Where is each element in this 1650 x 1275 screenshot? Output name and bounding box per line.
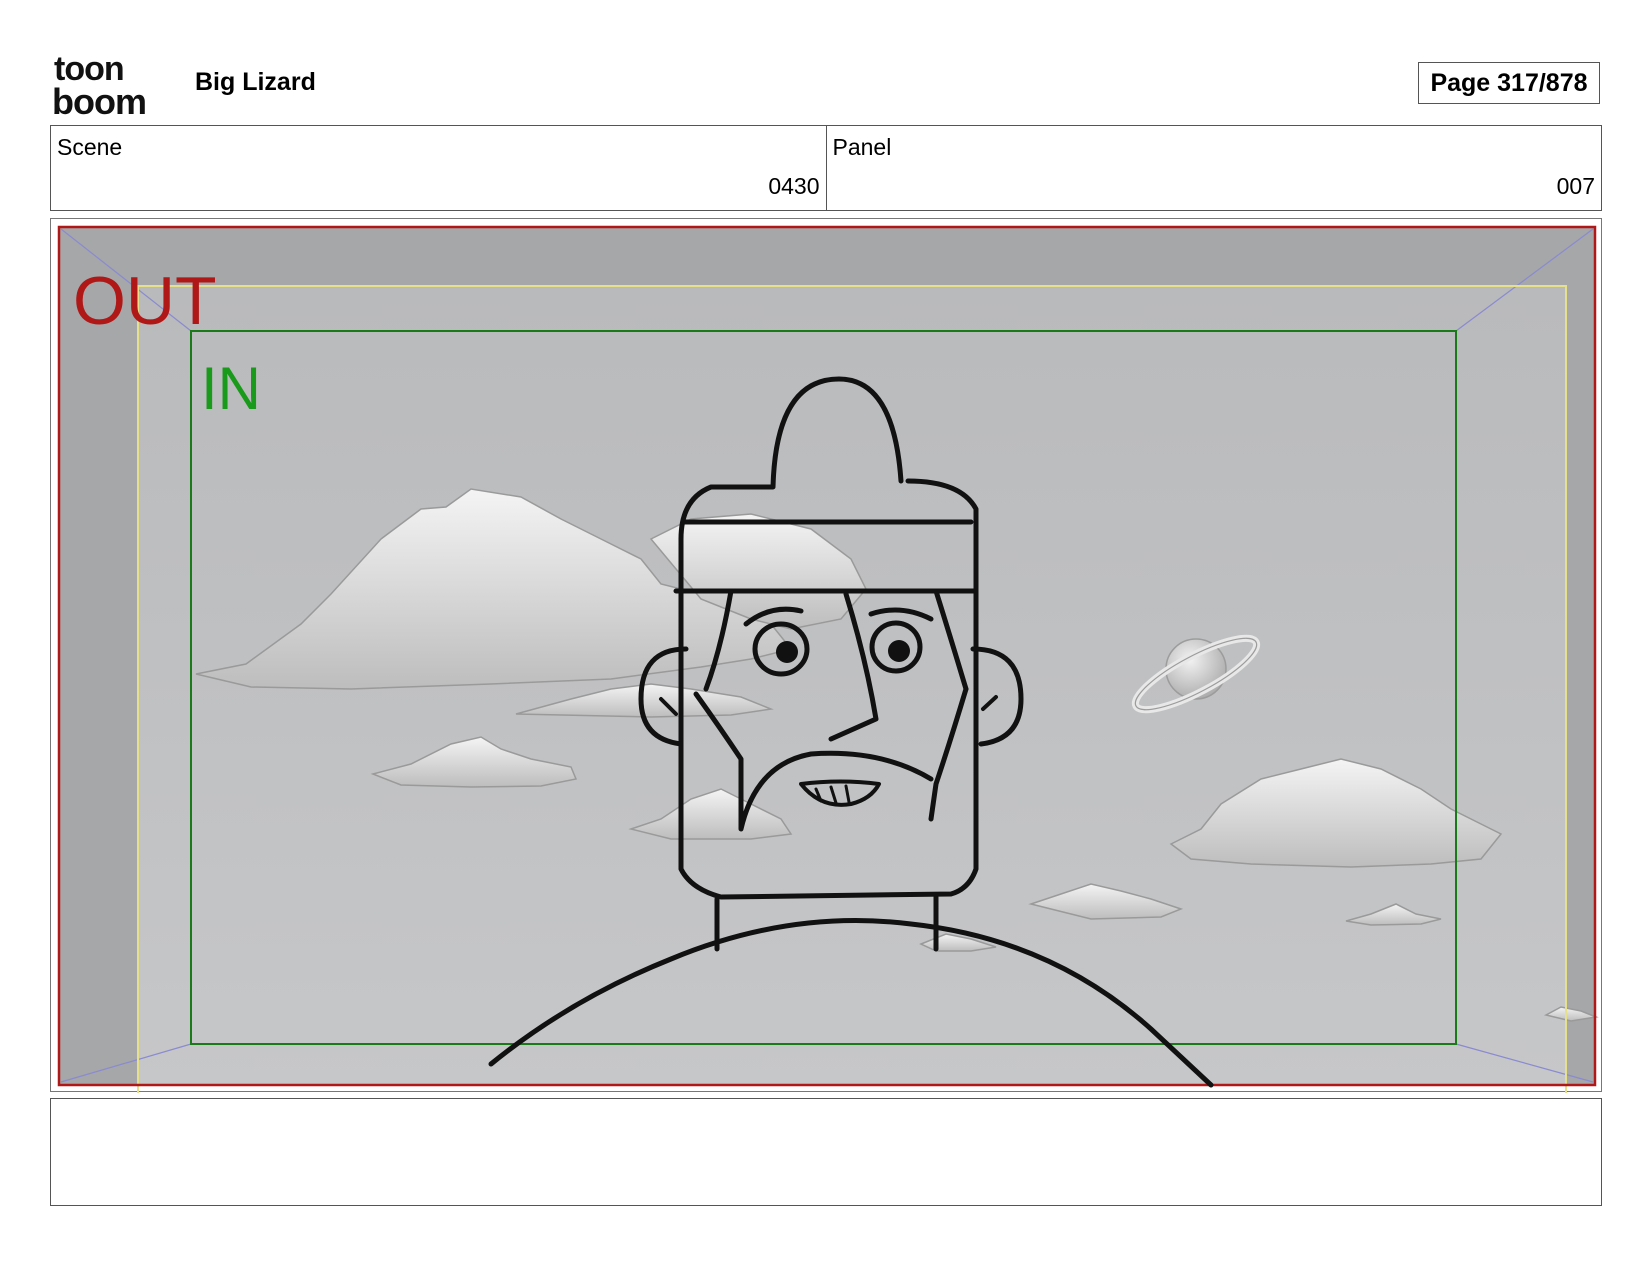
project-title: Big Lizard <box>195 68 316 96</box>
page-indicator: Page 317/878 <box>1418 62 1600 104</box>
in-label: IN <box>201 355 261 422</box>
out-label: OUT <box>73 263 217 339</box>
panel-drawing: OUT IN <box>57 225 1599 1093</box>
storyboard-panel: OUT IN <box>50 218 1602 1093</box>
dialogue-box <box>50 1098 1602 1206</box>
pupil-right <box>888 640 910 662</box>
toonboom-logo: toon boom <box>52 50 172 122</box>
scene-label: Scene <box>57 134 123 160</box>
pupil-left <box>776 641 798 663</box>
panel-cell: Panel 007 <box>825 126 1602 210</box>
panel-label: Panel <box>832 134 892 160</box>
scene-number: 0430 <box>768 173 820 199</box>
logo-word-bottom: boom <box>52 81 146 116</box>
scene-cell: Scene 0430 <box>51 126 826 210</box>
scene-panel-info: Scene 0430 Panel 007 <box>50 125 1602 211</box>
logo-mark: toon boom <box>52 50 147 122</box>
panel-number: 007 <box>1556 173 1595 199</box>
